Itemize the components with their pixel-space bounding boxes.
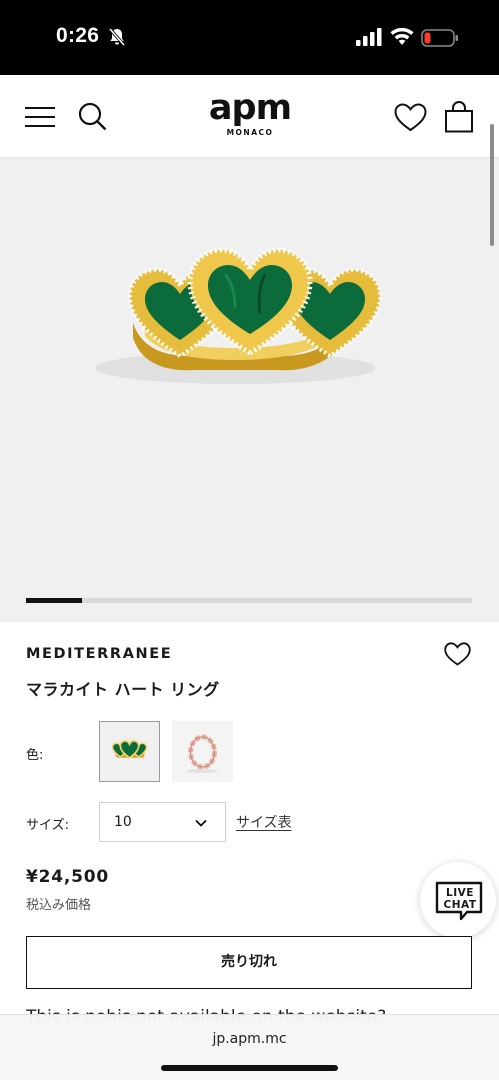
bell-slash-icon <box>108 27 126 47</box>
menu-icon[interactable] <box>25 106 55 128</box>
size-select-value: 10 <box>114 814 132 830</box>
swatch-rose-gold[interactable] <box>172 721 233 782</box>
home-indicator[interactable] <box>161 1065 338 1071</box>
color-label: 色: <box>26 748 44 763</box>
swatch-gold-malachite[interactable] <box>99 721 160 782</box>
page-scrollbar[interactable] <box>490 124 494 246</box>
live-chat-line-2: CHAT <box>443 899 477 911</box>
ring-product-image <box>95 247 383 384</box>
gallery-progress-bar <box>26 598 472 603</box>
status-bar: 0:26 <box>0 0 499 75</box>
status-time: 0:26 <box>56 24 100 47</box>
live-chat-label: LIVE CHAT <box>440 887 480 911</box>
add-to-wishlist-heart-icon[interactable] <box>444 642 471 666</box>
live-chat-button[interactable]: LIVE CHAT <box>420 862 496 938</box>
tax-included-note: 税込み価格 <box>26 898 92 913</box>
site-header: apm MONACO <box>0 75 499 158</box>
swatch-gold-malachite-image <box>111 739 148 759</box>
search-icon[interactable] <box>78 102 107 131</box>
size-guide-link[interactable]: サイズ表 <box>236 812 292 832</box>
heart-icon[interactable] <box>394 103 427 132</box>
url-text[interactable]: jp.apm.mc <box>0 1031 499 1047</box>
swatch-rose-gold-image <box>186 734 218 773</box>
wifi-icon <box>390 27 414 45</box>
sold-out-button[interactable]: 売り切れ <box>26 936 472 989</box>
brand-logo[interactable]: apm MONACO <box>204 89 296 145</box>
cellular-signal-icon <box>356 28 382 46</box>
chevron-down-icon <box>195 819 207 827</box>
product-price: ¥24,500 <box>26 867 110 887</box>
browser-address-bar: jp.apm.mc <box>0 1014 499 1080</box>
shopping-bag-icon[interactable] <box>444 100 474 133</box>
size-select[interactable]: 10 <box>99 802 226 842</box>
gallery-progress-fill <box>26 598 82 603</box>
collection-name: MEDITERRANEE <box>26 646 173 662</box>
product-image-gallery[interactable] <box>0 158 499 622</box>
battery-low-icon <box>421 29 458 47</box>
live-chat-line-1: LIVE <box>446 887 474 899</box>
size-label: サイズ: <box>26 818 69 833</box>
logo-subtitle: MONACO <box>226 128 274 137</box>
product-name: マラカイト ハート リング <box>26 680 220 699</box>
logo-wordmark: apm <box>208 88 292 128</box>
